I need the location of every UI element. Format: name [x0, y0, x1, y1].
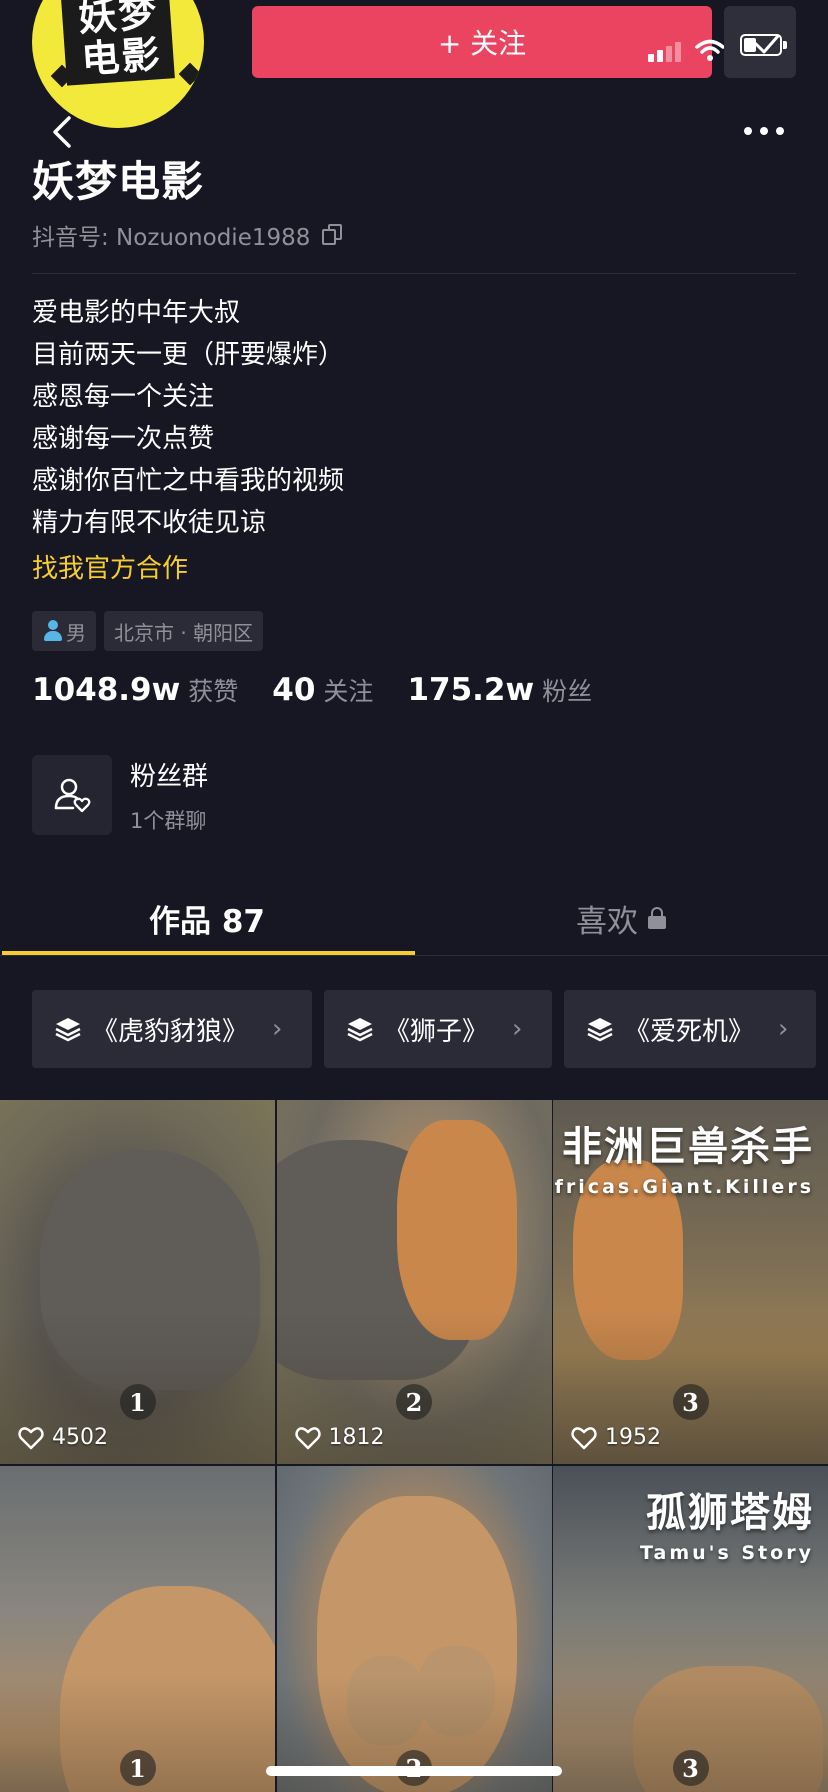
tab-works[interactable]: 作品 87 — [0, 880, 414, 956]
bio-line: 爱电影的中年大叔 — [32, 298, 241, 328]
follow-button[interactable]: + 关注 — [252, 6, 712, 78]
profile-stats: 1048.9w 获赞 40 关注 175.2w 粉丝 — [32, 672, 626, 708]
like-count-text: 1952 — [605, 1425, 661, 1450]
heart-icon — [571, 1426, 597, 1449]
profile-name: 妖梦电影 — [32, 157, 205, 206]
like-count-text: 1812 — [328, 1425, 385, 1450]
layers-icon — [587, 1018, 613, 1042]
douyin-id: 抖音号: Nozuonodie1988 — [32, 218, 344, 252]
wifi-icon — [695, 39, 725, 61]
more-dot-icon — [744, 127, 752, 135]
chevron-right-icon: › — [778, 1014, 789, 1044]
avatar-logo-text: 妖梦电影 — [77, 0, 163, 82]
bio-line: 目前两天一更（肝要爆炸） — [32, 340, 345, 370]
tab-works-label: 作品 87 — [149, 903, 265, 940]
avatar-spark — [178, 62, 202, 86]
bio-line: 感谢每一次点赞 — [32, 424, 215, 454]
rank-badge: 2 — [396, 1384, 432, 1420]
bio-line: 感谢你百忙之中看我的视频 — [32, 466, 345, 496]
tab-likes[interactable]: 喜欢 — [414, 880, 828, 956]
rank-badge: 3 — [672, 1750, 709, 1786]
profile-tags: 男 北京市 · 朝阳区 — [32, 611, 264, 651]
lock-icon — [648, 907, 666, 929]
location-text: 北京市 · 朝阳区 — [114, 620, 254, 645]
like-count: 1812 — [294, 1425, 385, 1450]
video-title-en: Africas.Giant.Killers — [553, 1176, 814, 1198]
layers-icon — [55, 1018, 81, 1042]
followers-count[interactable]: 175.2w — [407, 672, 534, 708]
video-thumbnail[interactable]: 1 4502 — [0, 1100, 275, 1464]
gender-tag: 男 — [32, 611, 96, 651]
following-label[interactable]: 关注 — [323, 672, 373, 708]
person-icon — [42, 619, 64, 643]
heart-icon — [294, 1426, 321, 1449]
video-thumbnail[interactable]: 2 1812 — [276, 1100, 552, 1464]
like-count: 4502 — [18, 1425, 108, 1450]
business-link[interactable]: 找我官方合作 — [32, 548, 188, 585]
bio: 爱电影的中年大叔 目前两天一更（肝要爆炸） 感恩每一个关注 感谢每一次点赞 感谢… — [32, 292, 344, 544]
avatar[interactable]: 妖梦电影 — [32, 0, 204, 128]
battery-icon — [740, 34, 787, 56]
fan-group-text: 粉丝群 1个群聊 — [130, 756, 208, 835]
video-thumbnail[interactable]: 1 — [0, 1466, 275, 1792]
collection-chip[interactable]: 《爱死机》 › — [564, 990, 816, 1068]
layers-icon — [347, 1018, 373, 1042]
fan-group-icon-box — [32, 755, 112, 835]
video-thumbnail[interactable]: 2 — [276, 1466, 552, 1792]
bio-line: 精力有限不收徒见谅 — [32, 508, 267, 538]
collection-label: 《爱死机》 — [624, 1016, 755, 1047]
group-heart-icon — [54, 778, 91, 813]
douyin-id-text: 抖音号: Nozuonodie1988 — [32, 225, 311, 251]
more-options-button[interactable] — [744, 116, 784, 146]
gender-text: 男 — [66, 620, 86, 645]
divider — [32, 273, 796, 274]
bio-line: 感恩每一个关注 — [32, 382, 215, 412]
chevron-left-icon — [53, 116, 71, 148]
video-thumbnail[interactable]: 非洲巨兽杀手 Africas.Giant.Killers 3 1952 — [553, 1100, 828, 1464]
likes-count: 1048.9w — [32, 672, 181, 708]
like-count: 1952 — [571, 1425, 661, 1450]
rank-badge: 1 — [119, 1384, 156, 1420]
like-count-text: 4502 — [52, 1425, 108, 1450]
collection-chip[interactable]: 《狮子》 › — [324, 990, 552, 1068]
video-title-en: Tamu's Story — [640, 1542, 814, 1564]
collection-label: 《狮子》 — [384, 1016, 489, 1047]
content-tabs: 作品 87 喜欢 — [0, 880, 828, 956]
signal-icon — [648, 42, 681, 62]
video-thumbnail[interactable]: 孤狮塔姆 Tamu's Story 3 — [553, 1466, 828, 1792]
likes-label: 获赞 — [188, 677, 239, 706]
video-title-cn: 非洲巨兽杀手 — [562, 1124, 814, 1170]
lion-image — [396, 1120, 517, 1340]
status-icons — [648, 28, 725, 62]
fan-group-subtitle: 1个群聊 — [130, 808, 207, 833]
fan-group[interactable]: 粉丝群 1个群聊 — [32, 755, 208, 835]
location-tag: 北京市 · 朝阳区 — [104, 611, 264, 651]
home-indicator[interactable] — [266, 1766, 562, 1776]
rank-badge: 3 — [672, 1384, 709, 1420]
following-count[interactable]: 40 — [272, 672, 315, 708]
rank-badge: 1 — [119, 1750, 156, 1786]
copy-icon[interactable] — [322, 224, 344, 246]
video-title-cn: 孤狮塔姆 — [646, 1490, 814, 1536]
collection-chip[interactable]: 《虎豹豺狼》 › — [32, 990, 312, 1068]
video-title-overlay: 非洲巨兽杀手 Africas.Giant.Killers — [553, 1114, 814, 1198]
more-dot-icon — [760, 127, 768, 135]
chevron-right-icon: › — [512, 1014, 523, 1044]
video-grid: 1 4502 2 1812 非洲巨兽杀手 Africas.Giant.Kille… — [0, 1100, 828, 1792]
video-title-overlay: 孤狮塔姆 Tamu's Story — [640, 1480, 814, 1564]
collections-row: 《虎豹豺狼》 › 《狮子》 › 《爱死机》 › — [32, 990, 816, 1068]
chevron-right-icon: › — [272, 1014, 283, 1044]
tab-likes-label: 喜欢 — [576, 903, 638, 940]
divider — [0, 955, 828, 956]
more-dot-icon — [776, 127, 784, 135]
fan-group-title: 粉丝群 — [130, 761, 209, 792]
collection-label: 《虎豹豺狼》 — [92, 1016, 249, 1047]
followers-label[interactable]: 粉丝 — [542, 672, 592, 708]
heart-icon — [18, 1426, 44, 1449]
